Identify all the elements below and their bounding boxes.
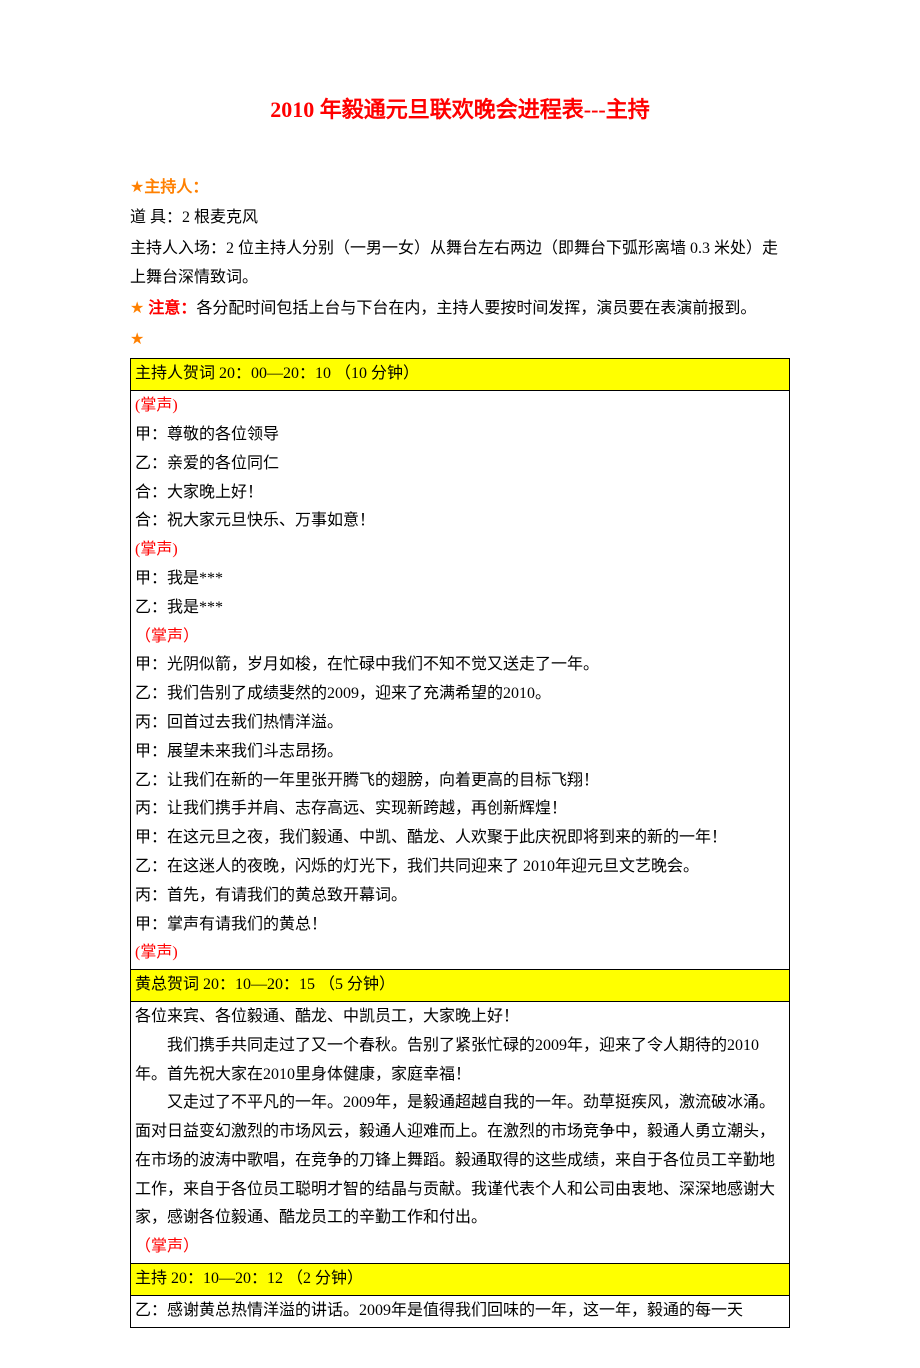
applause-cue: （掌声）	[135, 623, 785, 652]
document-page: 2010 年毅通元旦联欢晚会进程表---主持 ★主持人： 道 具：2 根麦克风 …	[0, 0, 920, 1368]
page-title: 2010 年毅通元旦联欢晚会进程表---主持	[130, 90, 790, 130]
applause-cue: (掌声)	[135, 392, 785, 421]
notice-line: ★ 注意：各分配时间包括上台与下台在内，主持人要按时间发挥，演员要在表演前报到。	[130, 295, 790, 324]
table-row: 主持 20：10—20：12 （2 分钟）	[131, 1264, 790, 1296]
applause-cue: (掌声)	[135, 536, 785, 565]
hosts-label: 主持人：	[144, 179, 208, 196]
star-icon: ★	[130, 179, 144, 196]
schedule-table: 主持人贺词 20：00—20：10 （10 分钟） (掌声) 甲：尊敬的各位领导…	[130, 358, 790, 1327]
table-row: (掌声) 甲：尊敬的各位领导 乙：亲爱的各位同仁 合：大家晚上好！ 合：祝大家元…	[131, 391, 790, 970]
table-row: 主持人贺词 20：00—20：10 （10 分钟）	[131, 359, 790, 391]
script-line: 甲：掌声有请我们的黄总！	[135, 911, 785, 940]
speech-paragraph: 各位来宾、各位毅通、酷龙、中凯员工，大家晚上好！	[135, 1003, 785, 1032]
script-line: 丙：回首过去我们热情洋溢。	[135, 709, 785, 738]
script-line: 丙：首先，有请我们的黄总致开幕词。	[135, 882, 785, 911]
star-icon: ★	[130, 300, 144, 317]
section-body: (掌声) 甲：尊敬的各位领导 乙：亲爱的各位同仁 合：大家晚上好！ 合：祝大家元…	[131, 391, 790, 970]
applause-cue: (掌声)	[135, 939, 785, 968]
section-header-host: 主持 20：10—20：12 （2 分钟）	[131, 1264, 790, 1296]
script-line: 甲：光阴似箭，岁月如梭，在忙碌中我们不知不觉又送走了一年。	[135, 651, 785, 680]
speech-paragraph: 我们携手共同走过了又一个春秋。告别了紧张忙碌的2009年，迎来了令人期待的201…	[135, 1032, 785, 1090]
entrance-line: 主持人入场：2 位主持人分别（一男一女）从舞台左右两边（即舞台下弧形离墙 0.3…	[130, 235, 790, 293]
script-line: 甲：我是***	[135, 565, 785, 594]
section-body: 各位来宾、各位毅通、酷龙、中凯员工，大家晚上好！ 我们携手共同走过了又一个春秋。…	[131, 1001, 790, 1263]
star-icon: ★	[130, 331, 144, 348]
table-row: 各位来宾、各位毅通、酷龙、中凯员工，大家晚上好！ 我们携手共同走过了又一个春秋。…	[131, 1001, 790, 1263]
script-line: 乙：亲爱的各位同仁	[135, 450, 785, 479]
script-line: 乙：感谢黄总热情洋溢的讲话。2009年是值得我们回味的一年，这一年，毅通的每一天	[135, 1297, 785, 1326]
applause-cue: （掌声）	[135, 1233, 785, 1262]
hosts-line: ★主持人：	[130, 174, 790, 203]
section-header-hosts-speech: 主持人贺词 20：00—20：10 （10 分钟）	[131, 359, 790, 391]
script-line: 丙：让我们携手并肩、志存高远、实现新跨越，再创新辉煌！	[135, 795, 785, 824]
notice-label: 注意：	[148, 300, 196, 317]
section-header-huang-speech: 黄总贺词 20：10—20：15 （5 分钟）	[131, 970, 790, 1002]
script-line: 乙：我是***	[135, 594, 785, 623]
table-row: 乙：感谢黄总热情洋溢的讲话。2009年是值得我们回味的一年，这一年，毅通的每一天	[131, 1295, 790, 1327]
notice-text: 各分配时间包括上台与下台在内，主持人要按时间发挥，演员要在表演前报到。	[196, 300, 756, 317]
script-line: 甲：在这元旦之夜，我们毅通、中凯、酷龙、人欢聚于此庆祝即将到来的新的一年！	[135, 824, 785, 853]
script-line: 甲：展望未来我们斗志昂扬。	[135, 738, 785, 767]
table-row: 黄总贺词 20：10—20：15 （5 分钟）	[131, 970, 790, 1002]
script-line: 乙：在这迷人的夜晚，闪烁的灯光下，我们共同迎来了 2010年迎元旦文艺晚会。	[135, 853, 785, 882]
script-line: 合：祝大家元旦快乐、万事如意！	[135, 507, 785, 536]
script-line: 合：大家晚上好！	[135, 479, 785, 508]
script-line: 甲：尊敬的各位领导	[135, 421, 785, 450]
section-body: 乙：感谢黄总热情洋溢的讲话。2009年是值得我们回味的一年，这一年，毅通的每一天	[131, 1295, 790, 1327]
speech-paragraph: 又走过了不平凡的一年。2009年，是毅通超越自我的一年。劲草挺疾风，激流破冰涌。…	[135, 1089, 785, 1233]
star-line: ★	[130, 326, 790, 355]
script-line: 乙：我们告别了成绩斐然的2009，迎来了充满希望的2010。	[135, 680, 785, 709]
script-line: 乙：让我们在新的一年里张开腾飞的翅膀，向着更高的目标飞翔！	[135, 767, 785, 796]
props-line: 道 具：2 根麦克风	[130, 204, 790, 233]
